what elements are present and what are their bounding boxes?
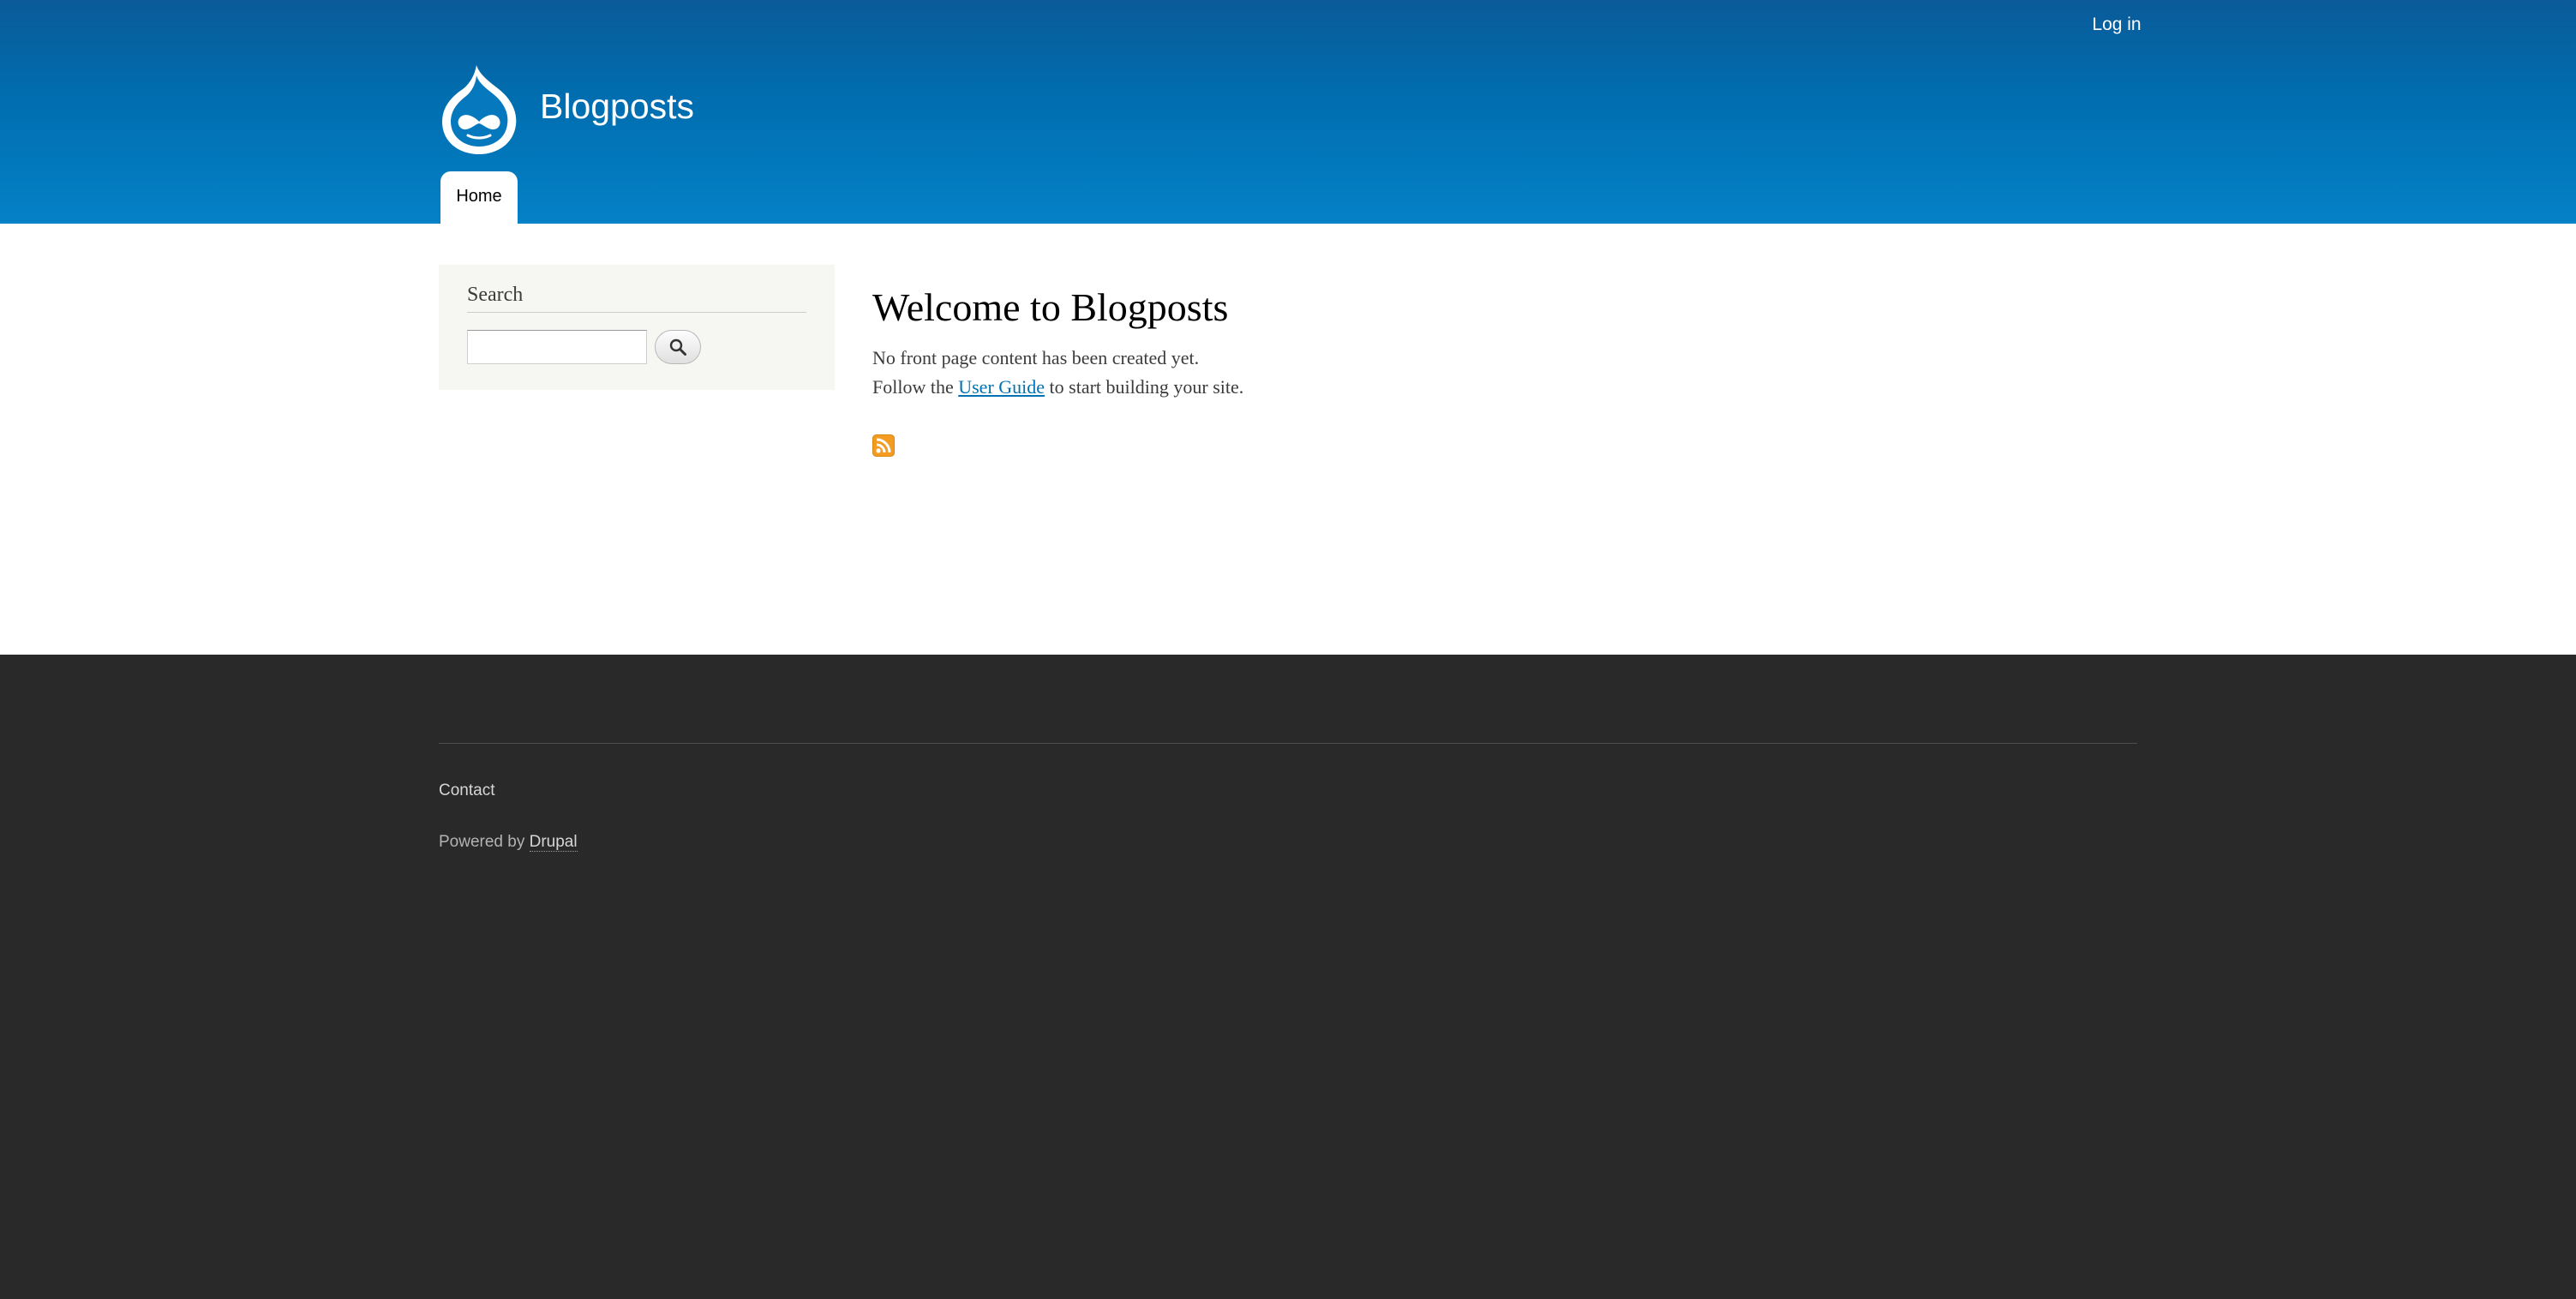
login-link[interactable]: Log in	[2074, 12, 2160, 38]
message-prefix: Follow the	[872, 376, 959, 398]
powered-by-label: Powered by	[439, 833, 530, 851]
powered-by: Powered by Drupal	[439, 830, 578, 854]
rss-feed-icon[interactable]	[872, 434, 895, 457]
search-input[interactable]	[467, 330, 647, 364]
search-icon	[669, 338, 686, 356]
drupal-link[interactable]: Drupal	[529, 833, 578, 852]
message-suffix: to start building your site.	[1045, 376, 1244, 398]
drupal-drop-icon[interactable]	[439, 63, 519, 156]
site-footer: Contact Powered by Drupal	[0, 655, 2576, 1299]
search-block-title: Search	[467, 284, 806, 313]
search-block: Search	[439, 265, 835, 390]
site-name[interactable]: Blogposts	[540, 82, 694, 130]
user-guide-link[interactable]: User Guide	[958, 376, 1045, 398]
site-header: Log in Blogposts Home	[0, 0, 2576, 224]
footer-divider	[439, 743, 2137, 744]
no-content-message: No front page content has been created y…	[872, 347, 1200, 368]
tab-home[interactable]: Home	[440, 171, 518, 224]
main-content-region: Search Welcome to Blogposts No front pag…	[0, 224, 2576, 655]
search-button[interactable]	[655, 330, 701, 364]
page-title: Welcome to Blogposts	[872, 285, 1229, 329]
contact-link[interactable]: Contact	[439, 779, 494, 803]
front-page-content: Welcome to Blogposts No front page conte…	[872, 284, 2072, 402]
user-guide-message: Follow the User Guide to start building …	[872, 373, 2072, 402]
